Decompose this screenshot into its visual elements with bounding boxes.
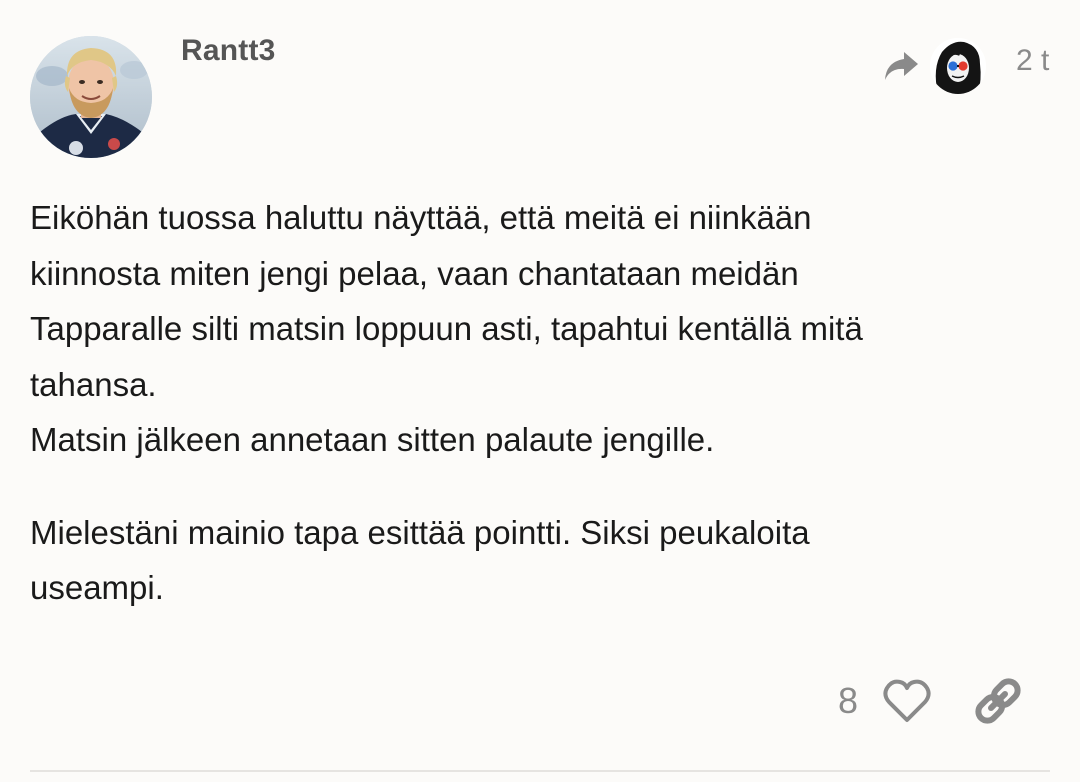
post-line: tahansa.: [30, 365, 157, 403]
post-divider: [30, 770, 1050, 772]
share-arrow-icon: [885, 52, 918, 80]
post-actions: 8: [0, 674, 1080, 730]
post-line: Eiköhän tuossa haluttu näyttää, että mei…: [30, 199, 812, 236]
like-button[interactable]: [880, 674, 934, 728]
username[interactable]: Rantt3: [181, 34, 276, 68]
post-line: useampi.: [30, 569, 164, 606]
user-avatar-image: [30, 36, 152, 158]
share-link-button[interactable]: [970, 674, 1026, 728]
reply-to-avatar-image: [930, 38, 986, 94]
link-icon: [975, 678, 1021, 724]
post-paragraph: Eiköhän tuossa haluttu näyttää, että mei…: [30, 190, 1050, 468]
post-date[interactable]: 2 t: [1016, 44, 1049, 78]
post-body: Eiköhän tuossa haluttu näyttää, että mei…: [30, 190, 1050, 653]
like-count[interactable]: 8: [838, 680, 858, 722]
reply-to-user-avatar: [930, 38, 986, 94]
post-line: Mielestäni mainio tapa esittää pointti. …: [30, 513, 810, 551]
post-line: kiinnosta miten jengi pelaa, vaan chanta…: [30, 254, 799, 292]
reply-to-indicator[interactable]: [882, 36, 986, 96]
post-line: Tapparalle silti matsin loppuun asti, ta…: [30, 310, 863, 347]
post-paragraph: Mielestäni mainio tapa esittää pointti. …: [30, 505, 1050, 616]
post: Rantt3 2 t Eiköhän tuossa haluttu näyttä…: [0, 0, 1080, 782]
heart-icon: [883, 679, 931, 722]
post-line: Matsin jälkeen annetaan sitten palaute j…: [30, 421, 715, 458]
user-avatar[interactable]: [30, 36, 152, 158]
